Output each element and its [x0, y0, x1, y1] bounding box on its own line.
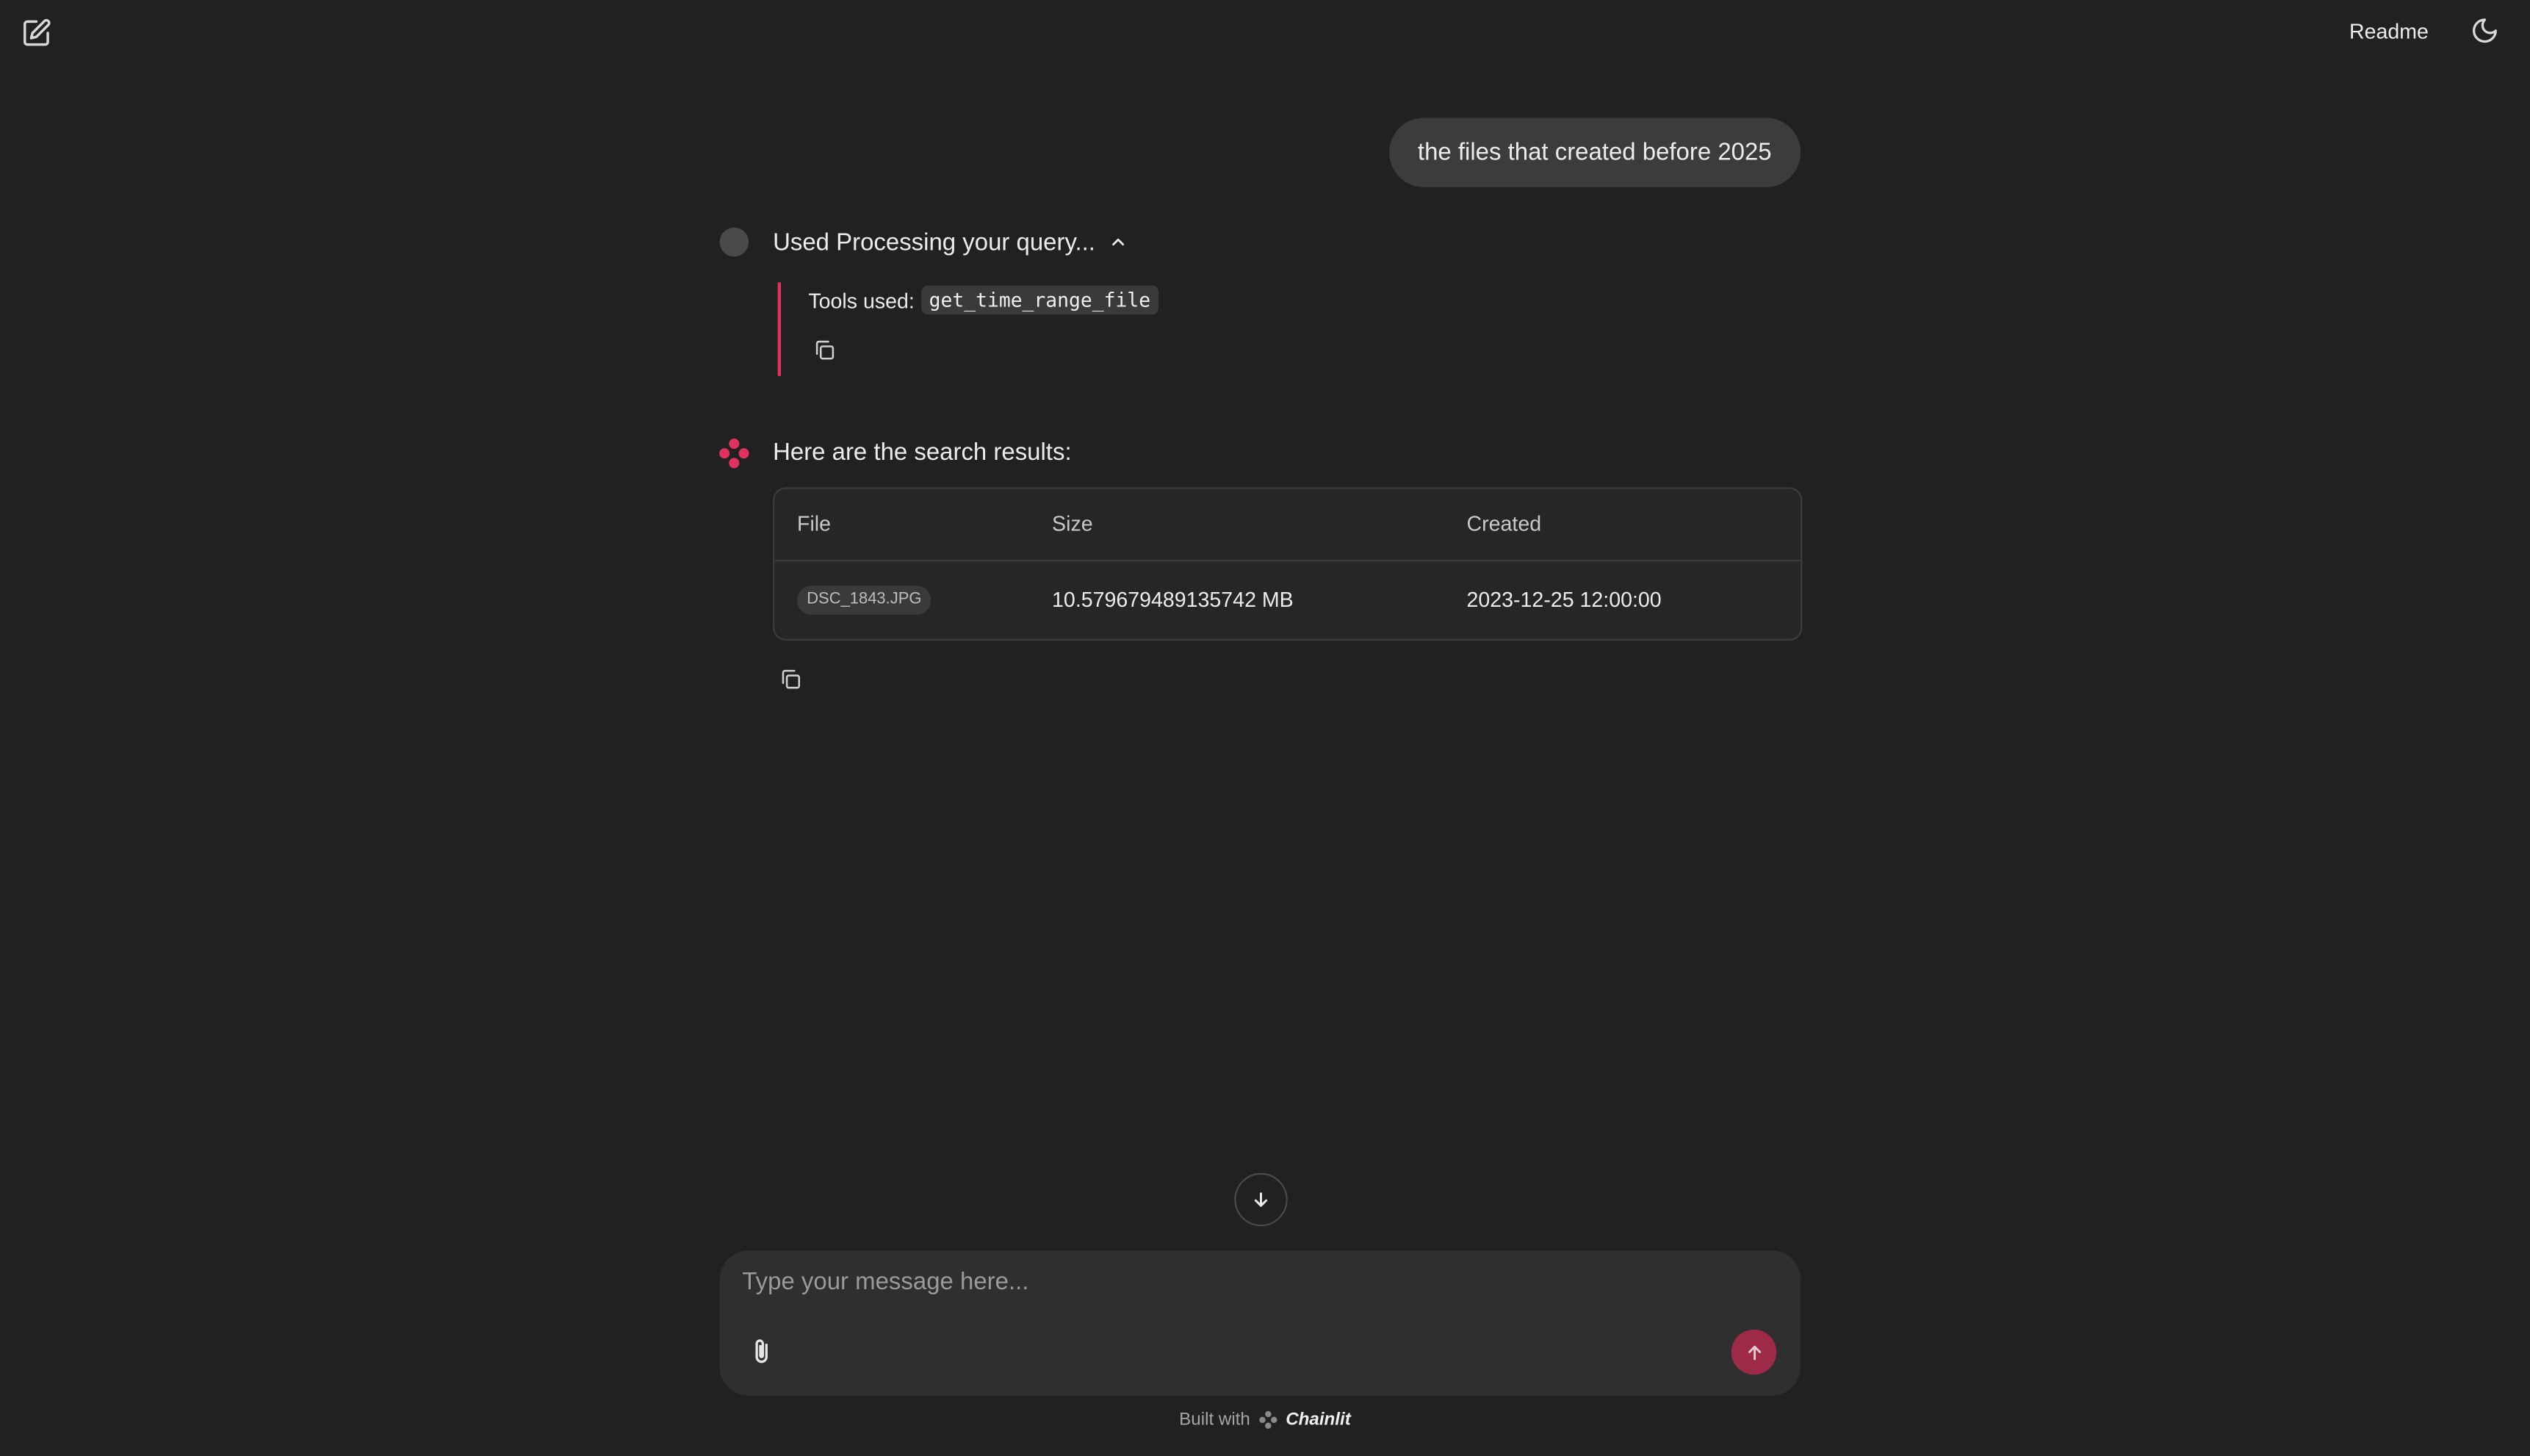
user-message-bubble: the files that created before 2025	[1388, 118, 1801, 187]
tools-used-label: Tools used:	[808, 288, 915, 313]
edit-square-icon	[22, 18, 50, 46]
arrow-down-icon	[1254, 1192, 1268, 1207]
results-table: File Size Created DSC_1843.JPG 10.579679…	[773, 487, 1803, 641]
new-chat-button[interactable]	[16, 13, 55, 52]
column-header-file: File	[797, 511, 832, 536]
message-input[interactable]	[742, 1268, 1759, 1308]
chainlit-brand-link[interactable]: Chainlit	[1286, 1410, 1351, 1430]
scroll-to-bottom-button[interactable]	[1234, 1172, 1288, 1227]
copy-icon	[815, 340, 835, 360]
step-copy-button[interactable]	[810, 336, 840, 365]
cell-created: 2023-12-25 12:00:00	[1466, 587, 1662, 612]
table-header: File Size Created	[774, 489, 1801, 562]
step-title-text: Used Processing your query...	[773, 228, 1095, 256]
built-with-footer: Built with Chainlit	[0, 1407, 2530, 1432]
attach-file-button[interactable]	[744, 1334, 779, 1369]
chevron-up-icon	[1111, 238, 1124, 246]
theme-toggle-button[interactable]	[2465, 11, 2504, 50]
chainlit-logo-icon	[1258, 1410, 1277, 1429]
paperclip-icon	[755, 1339, 768, 1363]
chainlit-logo-icon	[719, 438, 749, 469]
cell-size: 10.579679489135742 MB	[1052, 587, 1294, 612]
send-button[interactable]	[1731, 1329, 1777, 1375]
step-toggle[interactable]: Used Processing your query...	[773, 224, 1128, 259]
moon-icon	[2473, 18, 2497, 43]
tools-used-line: Tools used: get_time_range_file	[808, 285, 1159, 315]
assistant-message-text: Here are the search results:	[773, 439, 1072, 466]
readme-button[interactable]: Readme	[2336, 13, 2441, 48]
column-header-created: Created	[1466, 511, 1542, 536]
chat-app: Readme the files that created before 202…	[0, 0, 2530, 1456]
step-avatar	[719, 227, 749, 257]
copy-icon	[782, 669, 801, 689]
user-message-text: the files that created before 2025	[1417, 138, 1772, 167]
file-chip[interactable]: DSC_1843.JPG	[797, 585, 931, 615]
message-copy-button[interactable]	[776, 665, 805, 694]
step-output: Tools used: get_time_range_file	[777, 282, 1265, 376]
built-with-label: Built with	[1179, 1410, 1250, 1430]
arrow-up-icon	[1747, 1344, 1761, 1360]
tool-name-code: get_time_range_file	[920, 285, 1159, 315]
table-row: DSC_1843.JPG 10.579679489135742 MB 2023-…	[774, 561, 1801, 638]
column-header-size: Size	[1052, 511, 1093, 536]
assistant-avatar	[718, 437, 750, 469]
message-composer	[719, 1250, 1801, 1396]
